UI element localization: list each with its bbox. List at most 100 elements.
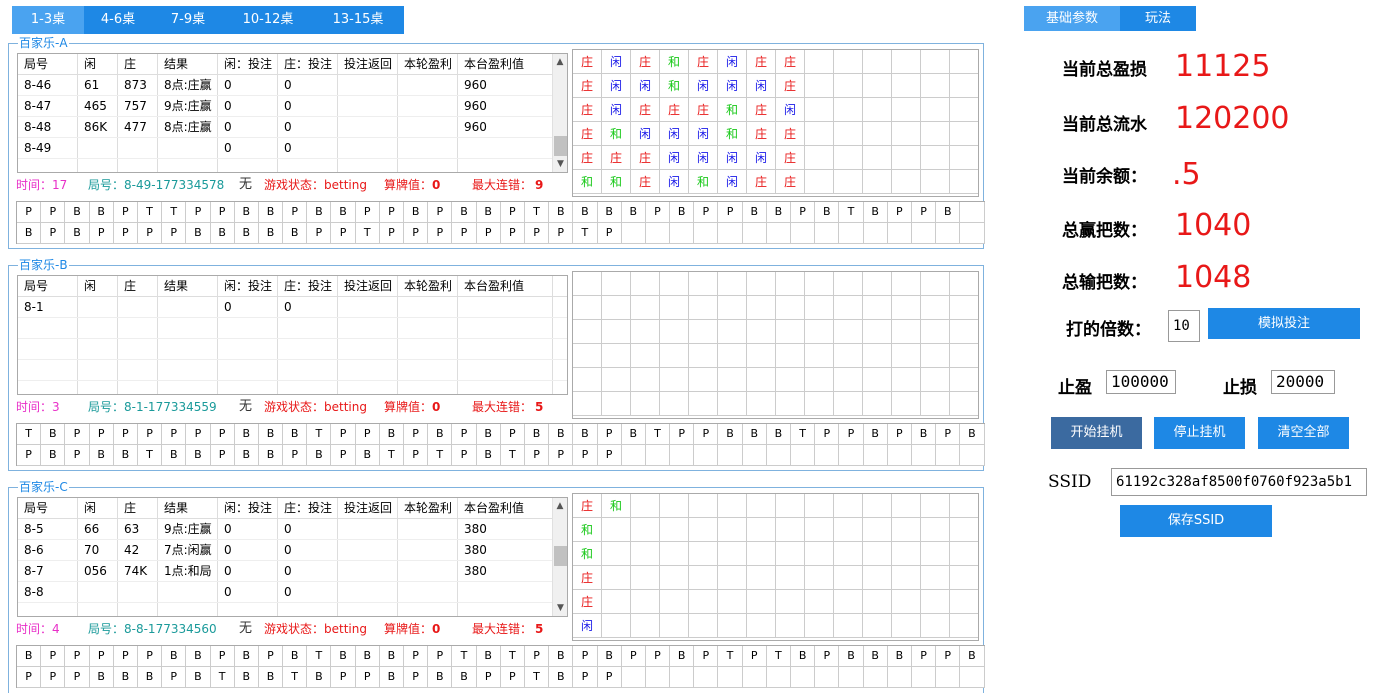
bead-road-cell: 和 [573, 170, 602, 194]
table-cell [18, 381, 78, 394]
big-road-cell: P [500, 667, 525, 688]
bead-road-cell [863, 542, 892, 566]
table-row[interactable]: 8-8 0 0 [18, 582, 567, 603]
big-road-cell: B [331, 646, 356, 667]
scroll-thumb[interactable] [554, 136, 567, 156]
big-road-cell: B [597, 202, 622, 223]
clear-all-button[interactable]: 清空全部 [1258, 417, 1349, 449]
big-road-cell: T [500, 646, 525, 667]
scroll-down-icon[interactable]: ▼ [553, 600, 567, 616]
start-autoplay-button[interactable]: 开始挂机 [1051, 417, 1142, 449]
tab-basic-params[interactable]: 基础参数 [1024, 6, 1120, 31]
big-road-cell [863, 445, 888, 466]
big-road-cell [766, 445, 791, 466]
scroll-down-icon[interactable]: ▼ [553, 156, 567, 172]
big-road-cell [694, 667, 719, 688]
max-losing-streak-label: 最大连错： [472, 178, 533, 192]
table-row[interactable] [18, 381, 567, 394]
bead-road-cell [631, 344, 660, 368]
bead-road-cell [718, 542, 747, 566]
table-cell [338, 318, 398, 338]
bead-road-cell [689, 320, 718, 344]
bead-road-cell [660, 392, 689, 416]
table-row[interactable]: 8-7 056 74K 1点:和局 0 0 380 [18, 561, 567, 582]
bead-road-cell [631, 590, 660, 614]
stop-autoplay-button[interactable]: 停止挂机 [1154, 417, 1245, 449]
bead-road-cell [602, 272, 631, 296]
table-cell [338, 339, 398, 359]
table-cell: 380 [458, 519, 553, 539]
table-row[interactable]: 8-46 61 873 8点:庄赢 0 0 960 [18, 75, 567, 96]
bead-road-cell [689, 368, 718, 392]
big-road-cell [645, 223, 671, 244]
big-road-cell: B [41, 445, 66, 466]
take-profit-input[interactable]: 100000 [1106, 370, 1176, 394]
big-road-cell: B [307, 445, 332, 466]
big-road-cell: B [428, 667, 453, 688]
bead-road-cell [921, 50, 950, 74]
column-header: 闲 [78, 54, 118, 74]
table-cell [278, 381, 338, 394]
table-row[interactable] [18, 360, 567, 381]
table-cell [338, 75, 398, 95]
simulate-bet-button[interactable]: 模拟投注 [1208, 308, 1360, 339]
table-cell [398, 318, 458, 338]
table-row[interactable] [18, 159, 567, 172]
table-row[interactable]: 8-5 66 63 9点:庄赢 0 0 380 [18, 519, 567, 540]
tab-13-15[interactable]: 13-15桌 [312, 6, 404, 34]
big-road-cell [863, 667, 888, 688]
scroll-up-icon[interactable]: ▲ [553, 54, 567, 70]
bead-road-cell [863, 344, 892, 368]
big-road-cell: B [283, 223, 308, 244]
scroll-thumb[interactable] [554, 546, 567, 566]
table-cell [158, 297, 218, 317]
scroll-up-icon[interactable]: ▲ [553, 498, 567, 514]
table-cell [338, 519, 398, 539]
bead-road-cell [689, 392, 718, 416]
tab-10-12[interactable]: 10-12桌 [224, 6, 312, 34]
big-road-cell: B [549, 424, 574, 445]
column-header: 庄：投注 [278, 498, 338, 518]
bead-road-cell [776, 494, 805, 518]
bead-road-cell [747, 272, 776, 296]
column-header: 投注返回 [338, 498, 398, 518]
tab-1-3[interactable]: 1-3桌 [12, 6, 84, 34]
big-road-cell [911, 445, 937, 466]
big-road-cell: P [694, 424, 719, 445]
table-row[interactable]: 8-6 70 42 7点:闲赢 0 0 380 [18, 540, 567, 561]
big-road-cell [621, 223, 646, 244]
bead-road-grid: 庄闲庄和庄闲庄庄庄闲闲和闲闲闲庄庄闲庄庄庄和庄闲庄和闲闲闲和庄庄庄庄庄闲闲闲闲庄… [573, 50, 978, 194]
vertical-scrollbar[interactable]: ▲ ▼ [552, 54, 567, 172]
table-row[interactable]: 8-49 0 0 [18, 138, 567, 159]
table-row[interactable]: 8-48 86K 477 8点:庄赢 0 0 960 [18, 117, 567, 138]
bead-road-cell [573, 296, 602, 320]
bead-road-cell [718, 566, 747, 590]
table-row[interactable] [18, 603, 567, 616]
table-row[interactable] [18, 339, 567, 360]
big-road-cell [936, 667, 961, 688]
tab-play-mode[interactable]: 玩法 [1120, 6, 1196, 31]
table-row[interactable] [18, 318, 567, 339]
save-ssid-button[interactable]: 保存SSID [1120, 505, 1272, 537]
big-road-cell: B [549, 667, 574, 688]
vertical-scrollbar[interactable]: ▲ ▼ [552, 498, 567, 616]
big-road-cell: B [41, 424, 66, 445]
big-road-cell: P [404, 646, 429, 667]
bead-road-cell [689, 566, 718, 590]
bead-road-cell [805, 344, 834, 368]
bead-road-cell [950, 296, 978, 320]
tab-4-6[interactable]: 4-6桌 [84, 6, 152, 34]
table-row[interactable]: 8-47 465 757 9点:庄赢 0 0 960 [18, 96, 567, 117]
tab-7-9[interactable]: 7-9桌 [152, 6, 224, 34]
bead-road-cell: 和 [718, 122, 747, 146]
bead-road-cell [747, 542, 776, 566]
multiplier-input[interactable]: 10 [1168, 310, 1200, 342]
bead-road-cell: 和 [602, 170, 631, 194]
big-road-cell [621, 445, 646, 466]
ssid-input[interactable]: 61192c328af8500f0760f923a5b1 [1111, 468, 1367, 496]
table-row[interactable]: 8-1 0 0 [18, 297, 567, 318]
table-cell: 0 [278, 138, 338, 158]
stop-loss-input[interactable]: 20000 [1271, 370, 1335, 394]
card-count-label: 算牌值： [384, 178, 433, 192]
bead-road-cell: 庄 [747, 170, 776, 194]
